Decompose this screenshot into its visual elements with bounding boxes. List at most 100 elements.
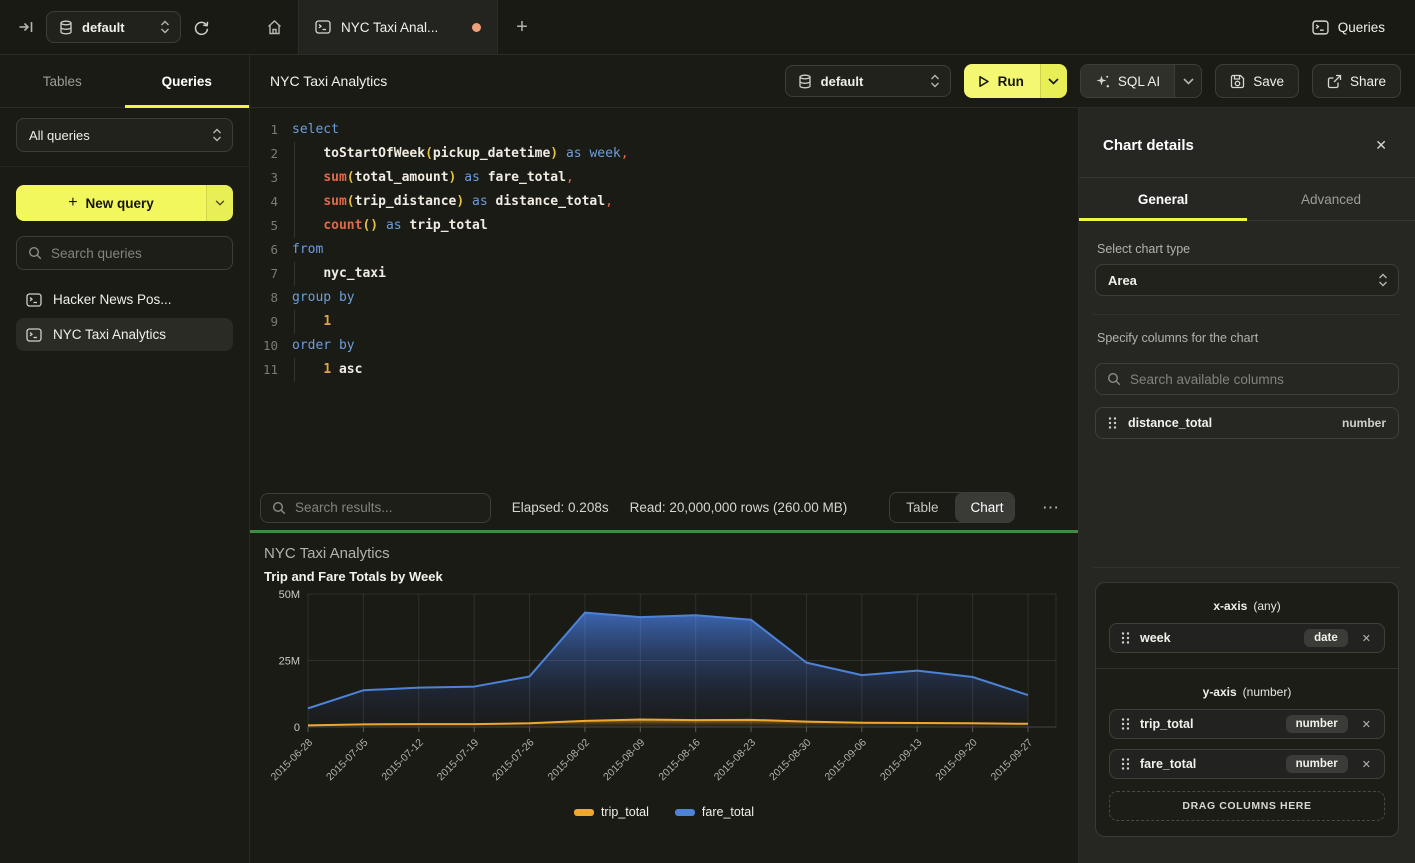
run-button[interactable]: Run: [964, 64, 1040, 98]
panel-title: Chart details: [1103, 137, 1194, 154]
sql-editor[interactable]: 1select2 toStartOfWeek(pickup_datetime) …: [250, 108, 1078, 485]
drag-handle-icon: [1121, 717, 1130, 731]
query-filter-value: All queries: [29, 128, 90, 143]
view-table-button[interactable]: Table: [890, 493, 954, 522]
svg-text:2015-08-16: 2015-08-16: [656, 737, 703, 784]
svg-text:2015-08-30: 2015-08-30: [767, 737, 814, 784]
search-results-input[interactable]: [295, 500, 479, 515]
code-line: 10order by: [250, 334, 1078, 358]
search-queries-input[interactable]: [51, 246, 221, 261]
line-number: 4: [250, 190, 278, 214]
line-number: 8: [250, 286, 278, 310]
drag-handle-icon: [1121, 757, 1130, 771]
collapse-sidebar-icon[interactable]: [18, 19, 34, 35]
new-query-button[interactable]: + New query: [16, 185, 206, 221]
sql-ai-button[interactable]: SQL AI: [1081, 65, 1174, 97]
new-query-label: New query: [86, 196, 154, 211]
share-icon: [1327, 74, 1342, 89]
save-button[interactable]: Save: [1215, 64, 1299, 98]
sql-ai-button-group: SQL AI: [1080, 64, 1202, 98]
drop-zone[interactable]: DRAG COLUMNS HERE: [1109, 791, 1385, 821]
play-icon: [977, 75, 990, 88]
tab-tables[interactable]: Tables: [0, 55, 125, 107]
column-pill-fare_total[interactable]: fare_totalnumber✕: [1109, 749, 1385, 779]
code-line: 3 sum(total_amount) as fare_total,: [250, 166, 1078, 190]
chart-details-panel: Chart details ✕ General Advanced Select …: [1078, 108, 1415, 863]
search-icon: [272, 501, 286, 515]
code-text: 1: [292, 310, 331, 334]
tab-queries[interactable]: Queries: [125, 55, 250, 107]
code-text: sum(trip_distance) as distance_total,: [292, 190, 613, 214]
legend-label: trip_total: [601, 805, 649, 819]
tab-label: NYC Taxi Anal...: [341, 20, 462, 35]
drag-handle-icon: [1121, 631, 1130, 645]
legend-item-fare_total[interactable]: fare_total: [675, 805, 754, 819]
column-name: distance_total: [1128, 416, 1212, 430]
queries-button[interactable]: Queries: [1312, 0, 1385, 54]
code-line: 6from: [250, 238, 1078, 262]
view-toggle: Table Chart: [889, 492, 1015, 523]
save-icon: [1230, 74, 1245, 89]
column-pill-trip_total[interactable]: trip_totalnumber✕: [1109, 709, 1385, 739]
database-select-value: default: [82, 20, 125, 35]
panel-header: Chart details ✕: [1079, 108, 1415, 177]
run-button-group: Run: [964, 64, 1067, 98]
y-axis-title: y-axis(number): [1109, 682, 1385, 699]
home-tab[interactable]: [250, 0, 298, 54]
chart-panel: NYC Taxi Analytics Trip and Fare Totals …: [250, 533, 1078, 863]
code-text: count() as trip_total: [292, 214, 488, 238]
drag-handle-icon: [1121, 757, 1130, 771]
code-text: nyc_taxi: [292, 262, 386, 286]
run-options-chevron[interactable]: [1040, 64, 1067, 98]
sidebar: All queries + New query Hacker News Pos.…: [0, 108, 250, 863]
query-item[interactable]: Hacker News Pos...: [16, 283, 233, 316]
refresh-icon[interactable]: [193, 19, 210, 36]
database-select[interactable]: default: [46, 11, 181, 43]
queries-icon: [1312, 20, 1329, 35]
tab-nyc-taxi-analytics[interactable]: NYC Taxi Anal...: [298, 0, 498, 54]
new-query-chevron[interactable]: [206, 185, 233, 221]
sql-ai-chevron[interactable]: [1174, 65, 1201, 97]
remove-column-icon[interactable]: ✕: [1358, 756, 1375, 773]
view-chart-button[interactable]: Chart: [955, 493, 1015, 522]
column-type-badge: number: [1286, 755, 1348, 773]
close-icon[interactable]: ✕: [1367, 133, 1395, 158]
search-columns-box: [1095, 363, 1399, 395]
line-number: 1: [250, 118, 278, 142]
query-filter-select[interactable]: All queries: [16, 118, 233, 152]
code-line: 8group by: [250, 286, 1078, 310]
search-columns-input[interactable]: [1130, 372, 1387, 387]
tab-strip: NYC Taxi Anal... +: [250, 0, 546, 54]
query-console-icon: [315, 20, 331, 34]
column-pill-distance_total[interactable]: distance_total number: [1095, 407, 1399, 439]
search-icon: [1107, 372, 1121, 386]
run-database-select[interactable]: default: [785, 65, 951, 97]
svg-text:2015-09-13: 2015-09-13: [878, 737, 925, 784]
legend-label: fare_total: [702, 805, 754, 819]
y-axis-items: trip_totalnumber✕fare_totalnumber✕: [1109, 709, 1385, 779]
remove-column-icon[interactable]: ✕: [1358, 630, 1375, 647]
legend-swatch: [675, 809, 695, 816]
query-item[interactable]: NYC Taxi Analytics: [16, 318, 233, 351]
code-line: 7 nyc_taxi: [250, 262, 1078, 286]
remove-column-icon[interactable]: ✕: [1358, 716, 1375, 733]
query-header: NYC Taxi Analytics default Run: [250, 55, 1415, 108]
column-pill-week[interactable]: weekdate✕: [1109, 623, 1385, 653]
run-button-label: Run: [998, 74, 1024, 89]
tab-general[interactable]: General: [1079, 178, 1247, 220]
svg-text:2015-09-06: 2015-09-06: [822, 737, 869, 784]
tab-advanced[interactable]: Advanced: [1247, 178, 1415, 220]
column-type-badge: number: [1342, 416, 1386, 430]
save-button-label: Save: [1253, 74, 1284, 89]
results-more-button[interactable]: ⋯: [1036, 498, 1066, 518]
code-line: 9 1: [250, 310, 1078, 334]
svg-text:2015-07-05: 2015-07-05: [324, 737, 371, 784]
svg-text:2015-07-19: 2015-07-19: [435, 737, 482, 784]
chart-type-value: Area: [1108, 273, 1137, 288]
share-button[interactable]: Share: [1312, 64, 1401, 98]
chart-type-select[interactable]: Area: [1095, 264, 1399, 296]
columns-label: Specify columns for the chart: [1097, 331, 1397, 345]
legend-item-trip_total[interactable]: trip_total: [574, 805, 649, 819]
line-number: 11: [250, 358, 278, 382]
new-tab-button[interactable]: +: [498, 0, 546, 54]
